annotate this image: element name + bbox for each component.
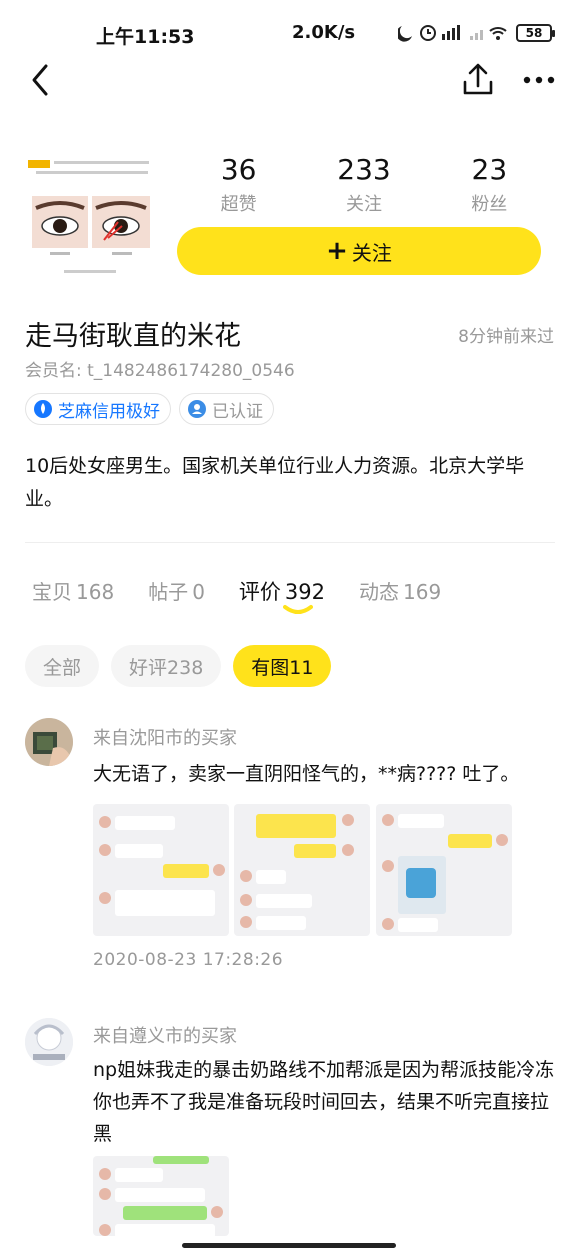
last-seen: 8分钟前来过 xyxy=(458,327,554,347)
review-image[interactable] xyxy=(376,804,512,936)
reviewer-avatar-image xyxy=(25,1018,73,1066)
review-date: 2020-08-23 17:28:26 xyxy=(93,950,284,970)
active-tab-indicator xyxy=(283,602,313,616)
sesame-credit-badge[interactable]: 芝麻信用极好 xyxy=(25,393,171,425)
review-text: 大无语了，卖家一直阴阳怪气的，**病???? 吐了。 xyxy=(93,763,520,785)
status-bar: 上午11:53 2.0K/s 58 xyxy=(0,0,580,66)
review-filters: 全部 好评238 有图11 xyxy=(25,645,332,687)
member-id: 会员名: t_1482486174280_0546 xyxy=(25,361,295,381)
badge-label: 已认证 xyxy=(212,401,263,422)
chevron-left-icon xyxy=(32,64,48,96)
reviewer-avatar[interactable] xyxy=(25,1018,73,1066)
tab-count: 168 xyxy=(76,580,115,604)
network-speed: 2.0K/s xyxy=(292,22,356,43)
divider xyxy=(25,542,555,543)
tab-activity[interactable]: 动态 169 xyxy=(359,576,441,606)
tab-items[interactable]: 宝贝 168 xyxy=(32,576,114,606)
tab-label: 评价 xyxy=(238,580,281,604)
verified-badge[interactable]: 已认证 xyxy=(179,393,274,425)
sesame-credit-icon xyxy=(34,400,52,418)
status-time: 上午11:53 xyxy=(96,26,195,48)
more-icon xyxy=(523,76,555,84)
filter-positive[interactable]: 好评238 xyxy=(111,645,222,687)
badge-label: 芝麻信用极好 xyxy=(58,401,160,422)
review-image[interactable] xyxy=(234,804,370,936)
badges: 芝麻信用极好 已认证 xyxy=(25,393,274,425)
tab-label: 动态 xyxy=(359,580,400,604)
username: 走马街耿直的米花 xyxy=(25,321,241,352)
stat-label: 关注 xyxy=(345,194,382,215)
stat-label: 粉丝 xyxy=(471,194,508,215)
follow-button[interactable]: + 关注 xyxy=(177,227,541,275)
profile-tabs: 宝贝 168 帖子 0 评价 392 动态 169 xyxy=(32,576,475,606)
stat-likes[interactable]: 36 超赞 xyxy=(176,152,301,222)
stat-value: 36 xyxy=(220,153,257,186)
more-button[interactable] xyxy=(516,60,562,100)
avatar-eye-illustration xyxy=(26,152,156,282)
review-text: np姐妹我走的暴击奶路线不加帮派是因为帮派技能冷冻你也弄不了我是准备玩段时间回去… xyxy=(93,1059,555,1145)
review-image[interactable] xyxy=(93,1156,229,1236)
signal-wifi-icons xyxy=(396,25,507,42)
tab-label: 帖子 xyxy=(148,580,189,604)
tab-count: 169 xyxy=(403,580,442,604)
plus-icon: + xyxy=(326,236,348,266)
filter-all[interactable]: 全部 xyxy=(25,645,100,687)
share-button[interactable] xyxy=(458,60,498,100)
battery-indicator: 58 xyxy=(516,24,555,42)
stat-value: 233 xyxy=(337,153,391,186)
reviewer-avatar-image xyxy=(25,718,73,766)
profile-avatar[interactable] xyxy=(26,152,156,282)
verified-icon xyxy=(188,400,206,418)
stat-following[interactable]: 233 关注 xyxy=(301,152,426,222)
tab-count: 392 xyxy=(284,580,326,604)
tab-posts[interactable]: 帖子 0 xyxy=(148,576,205,606)
profile-stats: 36 超赞 233 关注 23 粉丝 xyxy=(176,152,552,222)
status-icons xyxy=(396,22,508,48)
bio: 10后处女座男生。国家机关单位行业人力资源。北京大学毕业。 xyxy=(25,455,525,510)
reviewer-avatar[interactable] xyxy=(25,718,73,766)
home-indicator[interactable] xyxy=(182,1243,396,1248)
review-origin: 来自遵义市的买家 xyxy=(93,1026,237,1047)
stat-value: 23 xyxy=(471,153,508,186)
follow-label: 关注 xyxy=(351,240,392,265)
filter-with-images[interactable]: 有图11 xyxy=(233,645,332,687)
stat-followers[interactable]: 23 粉丝 xyxy=(427,152,552,222)
tab-label: 宝贝 xyxy=(32,580,72,604)
review-image[interactable] xyxy=(93,804,229,936)
tab-count: 0 xyxy=(192,580,205,604)
review-origin: 来自沈阳市的买家 xyxy=(93,728,237,749)
stat-label: 超赞 xyxy=(220,194,257,215)
back-button[interactable] xyxy=(24,60,64,100)
share-icon xyxy=(463,63,493,95)
